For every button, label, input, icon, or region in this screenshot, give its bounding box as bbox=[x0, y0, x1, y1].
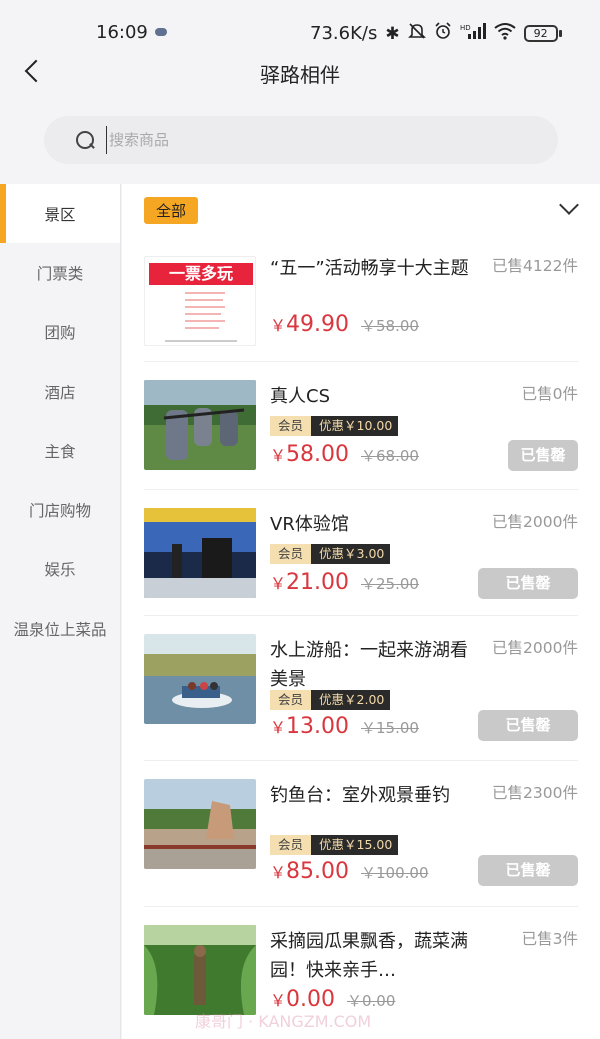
member-discount-row: 会员 优惠￥10.00 bbox=[270, 416, 399, 436]
sidebar-item-store-shopping[interactable]: 门店购物 bbox=[0, 480, 120, 539]
original-price: ￥100.00 bbox=[361, 864, 429, 882]
mute-icon bbox=[407, 22, 426, 45]
network-speed: 73.6K/s bbox=[310, 23, 378, 44]
filter-row: 全部 bbox=[122, 184, 600, 244]
sidebar-item-scenic[interactable]: 景区 bbox=[0, 184, 120, 244]
member-discount: 优惠￥15.00 bbox=[311, 835, 399, 855]
product-image bbox=[144, 925, 256, 1015]
member-tag: 会员 bbox=[270, 690, 312, 710]
status-right-group: 73.6K/s ✱ HD 92 bbox=[310, 22, 562, 45]
member-tag: 会员 bbox=[270, 835, 312, 855]
product-image bbox=[144, 634, 256, 724]
battery-level: 92 bbox=[523, 25, 558, 42]
original-price: ￥58.00 bbox=[361, 317, 419, 335]
product-name: 采摘园瓜果飘香，蔬菜满园！快来亲手… bbox=[270, 931, 468, 981]
sidebar-item-staple-food[interactable]: 主食 bbox=[0, 421, 120, 480]
product-card[interactable]: VR体验馆 已售2000件 会员 优惠￥3.00 ￥21.00 ￥25.00 已… bbox=[144, 490, 578, 616]
product-name: “五一”活动畅享十大主题 bbox=[270, 258, 469, 279]
product-panel: 全部 一票多玩 “五一”活动畅享十大主题 已售4122件 ￥49.90 ￥58.… bbox=[122, 184, 600, 1039]
sold-out-button[interactable]: 已售罄 bbox=[478, 855, 578, 886]
original-price: ￥15.00 bbox=[361, 719, 419, 737]
product-image bbox=[144, 508, 256, 598]
nav-bar: 驿路相伴 bbox=[0, 45, 600, 100]
search-input[interactable] bbox=[106, 126, 526, 154]
sold-out-button[interactable]: 已售罄 bbox=[478, 568, 578, 599]
chevron-down-icon[interactable] bbox=[559, 195, 579, 215]
sold-count: 已售2300件 bbox=[492, 784, 578, 802]
product-card[interactable]: 水上游船：一起来游湖看美景 已售2000件 会员 优惠￥2.00 ￥13.00 … bbox=[144, 616, 578, 761]
member-discount-row: 会员 优惠￥3.00 bbox=[270, 544, 391, 564]
price-row: ￥13.00 ￥15.00 bbox=[270, 714, 419, 739]
sidebar-item-entertainment[interactable]: 娱乐 bbox=[0, 540, 120, 599]
status-time: 16:09 bbox=[96, 22, 148, 43]
product-card[interactable]: 一票多玩 “五一”活动畅享十大主题 已售4122件 ￥49.90 ￥58.00 bbox=[144, 244, 578, 362]
price-row: ￥58.00 ￥68.00 bbox=[270, 442, 419, 467]
sidebar-item-hot-spring-dishes[interactable]: 温泉位上菜品 bbox=[0, 599, 120, 658]
sold-out-button[interactable]: 已售罄 bbox=[478, 710, 578, 741]
member-discount-row: 会员 优惠￥15.00 bbox=[270, 835, 399, 855]
search-bar[interactable] bbox=[44, 116, 558, 164]
price: ￥13.00 bbox=[270, 714, 349, 739]
price: ￥49.90 bbox=[270, 312, 349, 337]
member-discount: 优惠￥3.00 bbox=[311, 544, 391, 564]
sold-count: 已售4122件 bbox=[492, 257, 578, 275]
sidebar-item-group-buy[interactable]: 团购 bbox=[0, 303, 120, 362]
alarm-icon bbox=[434, 22, 452, 45]
price-row: ￥49.90 ￥58.00 bbox=[270, 312, 419, 337]
category-sidebar: 景区 门票类 团购 酒店 主食 门店购物 娱乐 温泉位上菜品 bbox=[0, 184, 121, 1039]
price: ￥21.00 bbox=[270, 570, 349, 595]
product-card[interactable]: 钓鱼台：室外观景垂钓 已售2300件 会员 优惠￥15.00 ￥85.00 ￥1… bbox=[144, 761, 578, 907]
signal-icon: HD bbox=[460, 22, 486, 45]
sidebar-item-tickets[interactable]: 门票类 bbox=[0, 243, 120, 302]
price: ￥85.00 bbox=[270, 859, 349, 884]
wifi-icon bbox=[493, 22, 516, 45]
sold-count: 已售2000件 bbox=[492, 513, 578, 531]
watermark: 康哥门 · KANGZM.COM bbox=[195, 1012, 372, 1031]
product-card[interactable]: 真人CS 已售0件 会员 优惠￥10.00 ￥58.00 ￥68.00 已售罄 bbox=[144, 362, 578, 490]
member-tag: 会员 bbox=[270, 544, 312, 564]
filter-tag-all[interactable]: 全部 bbox=[144, 197, 199, 224]
product-image bbox=[144, 380, 256, 470]
price-row: ￥21.00 ￥25.00 bbox=[270, 570, 419, 595]
member-discount: 优惠￥10.00 bbox=[311, 416, 399, 436]
product-name: 钓鱼台：室外观景垂钓 bbox=[270, 785, 450, 806]
product-name: VR体验馆 bbox=[270, 514, 349, 535]
sold-out-button[interactable]: 已售罄 bbox=[508, 440, 578, 471]
member-discount-row: 会员 优惠￥2.00 bbox=[270, 690, 391, 710]
notification-dot-icon bbox=[155, 28, 167, 36]
product-image: 一票多玩 bbox=[144, 256, 256, 346]
svg-text:HD: HD bbox=[460, 24, 471, 32]
product-image bbox=[144, 779, 256, 869]
battery-icon: 92 bbox=[523, 25, 562, 42]
search-icon bbox=[76, 131, 94, 149]
sidebar-item-hotel[interactable]: 酒店 bbox=[0, 362, 120, 421]
price: ￥58.00 bbox=[270, 442, 349, 467]
product-image-caption: 一票多玩 bbox=[168, 264, 233, 283]
member-discount: 优惠￥2.00 bbox=[311, 690, 391, 710]
page-title: 驿路相伴 bbox=[260, 63, 340, 87]
product-name: 水上游船：一起来游湖看美景 bbox=[270, 640, 468, 690]
original-price: ￥68.00 bbox=[361, 447, 419, 465]
member-tag: 会员 bbox=[270, 416, 312, 436]
original-price: ￥25.00 bbox=[361, 575, 419, 593]
sold-count: 已售2000件 bbox=[492, 639, 578, 657]
product-name: 真人CS bbox=[270, 386, 330, 407]
price-row: ￥85.00 ￥100.00 bbox=[270, 859, 429, 884]
bluetooth-icon: ✱ bbox=[385, 23, 400, 44]
sold-count: 已售0件 bbox=[521, 385, 578, 403]
sold-count: 已售3件 bbox=[521, 930, 578, 948]
